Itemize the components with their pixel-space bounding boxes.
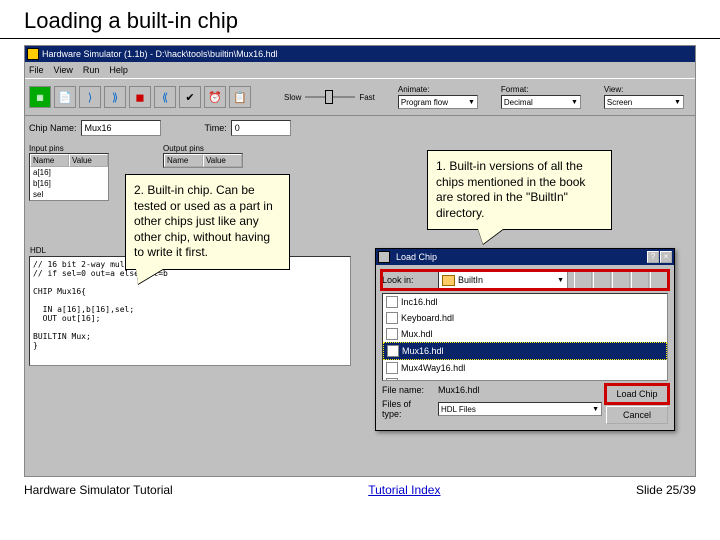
step-forward-button[interactable]: ⟩ — [79, 86, 101, 108]
callout-2: 2. Built-in chip. Can be tested or used … — [125, 174, 290, 270]
up-folder-button[interactable] — [574, 271, 592, 289]
file-item[interactable]: Keyboard.hdl — [383, 310, 667, 326]
file-icon — [386, 296, 398, 308]
file-item-selected[interactable]: Mux16.hdl — [383, 342, 667, 360]
format-combo[interactable]: Decimal▼ — [501, 95, 581, 109]
time-label: Time: — [205, 123, 227, 133]
cancel-button[interactable]: Cancel — [606, 406, 668, 424]
chipname-label: Chip Name: — [29, 123, 77, 133]
simulator-window: Hardware Simulator (1.1b) - D:\hack\tool… — [24, 45, 696, 477]
pin-row[interactable]: a[16] — [30, 167, 108, 178]
file-list[interactable]: Inc16.hdl Keyboard.hdl Mux.hdl Mux16.hdl… — [382, 293, 668, 381]
filename-input[interactable]: Mux16.hdl — [438, 385, 602, 395]
chip-icon[interactable]: ▦ — [29, 86, 51, 108]
slide-number: Slide 25/39 — [636, 483, 696, 497]
value-header: Value — [69, 154, 108, 167]
load-chip-dialog: Load Chip ? × Look in: BuiltIn ▼ — [375, 248, 675, 431]
lookin-combo[interactable]: BuiltIn ▼ — [438, 271, 568, 289]
file-item[interactable]: Inc16.hdl — [383, 294, 667, 310]
footer-left: Hardware Simulator Tutorial — [24, 483, 173, 497]
output-pins-table: NameValue — [163, 153, 243, 168]
slide-title: Loading a built-in chip — [0, 0, 720, 39]
value-header: Value — [203, 154, 242, 167]
chipname-field[interactable]: Mux16 — [81, 120, 161, 136]
lookin-label: Look in: — [382, 275, 432, 285]
time-field: 0 — [231, 120, 291, 136]
window-titlebar: Hardware Simulator (1.1b) - D:\hack\tool… — [25, 46, 695, 62]
new-folder-button[interactable] — [612, 271, 630, 289]
chevron-down-icon: ▼ — [674, 99, 681, 106]
list-view-button[interactable] — [631, 271, 649, 289]
help-button[interactable]: ? — [647, 251, 659, 263]
close-button[interactable]: × — [660, 251, 672, 263]
filename-label: File name: — [382, 385, 432, 395]
toolbar: ▦ 📄 ⟩ ⟫ ◼ ⟪ ✔ ⏰ 📋 Slow Fast Animate: Pro… — [25, 78, 695, 116]
hdl-textarea[interactable]: // 16 bit 2-way multiplexor // if sel=0 … — [29, 256, 351, 366]
eval-button[interactable]: ✔ — [179, 86, 201, 108]
view-combo[interactable]: Screen▼ — [604, 95, 684, 109]
file-item[interactable]: Mux4Way16.hdl — [383, 360, 667, 376]
script-button[interactable]: 📋 — [229, 86, 251, 108]
view-label: View: — [604, 85, 684, 94]
fast-label: Fast — [359, 93, 375, 102]
file-item[interactable]: Mux.hdl — [383, 326, 667, 342]
chevron-down-icon: ▼ — [592, 406, 599, 413]
menu-help[interactable]: Help — [109, 65, 128, 75]
animate-combo[interactable]: Program flow▼ — [398, 95, 478, 109]
folder-icon — [442, 275, 455, 286]
app-icon — [27, 48, 39, 60]
file-icon — [386, 378, 398, 381]
file-icon — [387, 345, 399, 357]
input-pins-table: NameValue a[16] b[16] sel — [29, 153, 109, 201]
home-button[interactable] — [593, 271, 611, 289]
file-item[interactable]: Mux8Way16.hdl — [383, 376, 667, 381]
input-pins-label: Input pins — [29, 144, 109, 153]
animate-label: Animate: — [398, 85, 478, 94]
format-label: Format: — [501, 85, 581, 94]
slide-footer: Hardware Simulator Tutorial Tutorial Ind… — [0, 477, 720, 497]
menubar: File View Run Help — [25, 62, 695, 78]
file-icon — [386, 328, 398, 340]
file-icon — [386, 312, 398, 324]
chevron-down-icon: ▼ — [557, 277, 564, 284]
run-button[interactable]: ⟫ — [104, 86, 126, 108]
clock-button[interactable]: ⏰ — [204, 86, 226, 108]
details-view-button[interactable] — [650, 271, 668, 289]
slow-label: Slow — [284, 93, 301, 102]
load-button[interactable]: 📄 — [54, 86, 76, 108]
pin-row[interactable]: b[16] — [30, 178, 108, 189]
dialog-title: Load Chip — [396, 252, 437, 262]
menu-file[interactable]: File — [29, 65, 44, 75]
stop-button[interactable]: ◼ — [129, 86, 151, 108]
file-icon — [386, 362, 398, 374]
speed-slider[interactable] — [305, 96, 355, 98]
menu-view[interactable]: View — [54, 65, 73, 75]
chevron-down-icon: ▼ — [571, 99, 578, 106]
dialog-icon — [378, 251, 390, 263]
rewind-button[interactable]: ⟪ — [154, 86, 176, 108]
window-title: Hardware Simulator (1.1b) - D:\hack\tool… — [42, 49, 278, 59]
pin-row[interactable]: sel — [30, 189, 108, 200]
name-header: Name — [164, 154, 203, 167]
load-chip-button[interactable]: Load Chip — [606, 385, 668, 403]
filetype-label: Files of type: — [382, 399, 432, 419]
menu-run[interactable]: Run — [83, 65, 100, 75]
tutorial-index-link[interactable]: Tutorial Index — [368, 483, 440, 497]
output-pins-label: Output pins — [163, 144, 243, 153]
chevron-down-icon: ▼ — [468, 99, 475, 106]
callout-1: 1. Built-in versions of all the chips me… — [427, 150, 612, 230]
name-header: Name — [30, 154, 69, 167]
filetype-combo[interactable]: HDL Files▼ — [438, 402, 602, 416]
